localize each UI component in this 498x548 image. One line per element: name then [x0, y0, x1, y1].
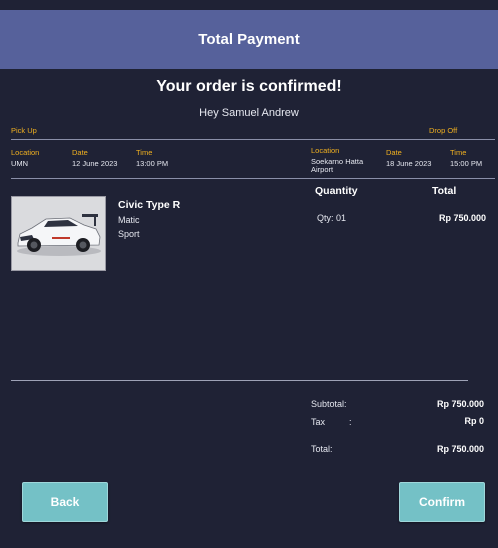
status-strip	[0, 0, 498, 10]
page-title: Total Payment	[198, 31, 300, 48]
dropoff-location-label: Location	[311, 146, 340, 155]
dropoff-location-value: Soekarno Hatta Airport	[311, 158, 363, 174]
tax-colon: :	[349, 417, 352, 427]
tax-label: Tax	[311, 417, 326, 427]
pickup-label: Pick Up	[11, 126, 37, 135]
car-icon	[12, 197, 105, 270]
car-name: Civic Type R	[118, 199, 181, 211]
confirmation-title: Your order is confirmed!	[156, 78, 342, 95]
app-header: Total Payment	[0, 10, 498, 69]
summary-divider	[11, 380, 468, 381]
pickup-location-label: Location	[11, 148, 40, 157]
tax-value: Rp 0	[464, 416, 484, 426]
quantity-header: Quantity	[315, 185, 358, 197]
total-value: Rp 750.000	[436, 444, 484, 454]
back-button[interactable]: Back	[22, 482, 108, 522]
pickup-date-label: Date	[72, 148, 88, 157]
item-total: Rp 750.000	[438, 213, 486, 223]
item-quantity: Qty: 01	[317, 213, 347, 223]
confirm-button[interactable]: Confirm	[399, 482, 485, 522]
route-divider-bottom	[11, 178, 495, 179]
route-divider-top	[11, 139, 495, 140]
dropoff-date-label: Date	[386, 148, 402, 157]
dropoff-location-line2: Airport	[311, 165, 334, 174]
dropoff-date-value: 18 June 2023	[386, 159, 432, 168]
pickup-time-value: 13:00 PM	[136, 159, 169, 168]
car-type: Sport	[118, 229, 140, 239]
total-label: Total:	[311, 444, 333, 454]
dropoff-time-label: Time	[450, 148, 467, 157]
car-transmission: Matic	[118, 215, 140, 225]
pickup-time-label: Time	[136, 148, 153, 157]
subtotal-value: Rp 750.000	[436, 399, 484, 409]
dropoff-label: Drop Off	[429, 126, 458, 135]
dropoff-time-value: 15:00 PM	[450, 159, 483, 168]
pickup-date-value: 12 June 2023	[72, 159, 118, 168]
subtotal-label: Subtotal:	[311, 399, 347, 409]
car-image	[11, 196, 106, 271]
pickup-location-value: UMN	[11, 159, 29, 168]
greeting-text: Hey Samuel Andrew	[199, 107, 299, 119]
total-header: Total	[432, 185, 457, 197]
